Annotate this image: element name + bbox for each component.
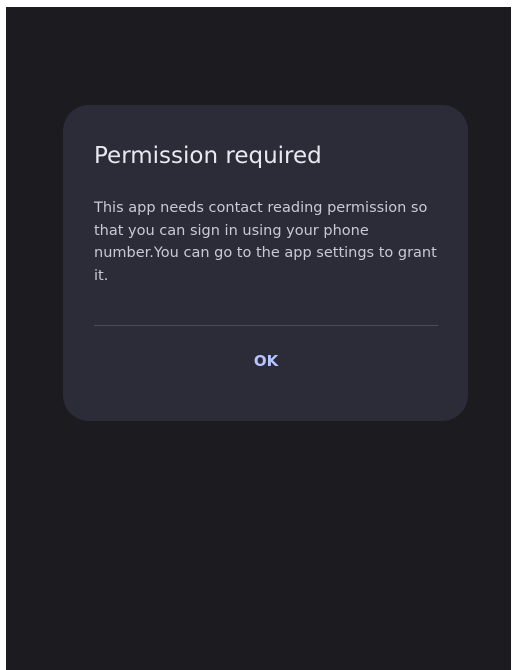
permission-dialog: Permission required This app needs conta… — [63, 105, 468, 421]
app-screen: Permission required This app needs conta… — [6, 7, 511, 670]
ok-button[interactable]: OK — [230, 341, 302, 381]
dialog-divider — [94, 325, 438, 326]
dialog-message: This app needs contact reading permissio… — [94, 200, 437, 284]
dialog-title: Permission required — [94, 143, 322, 169]
